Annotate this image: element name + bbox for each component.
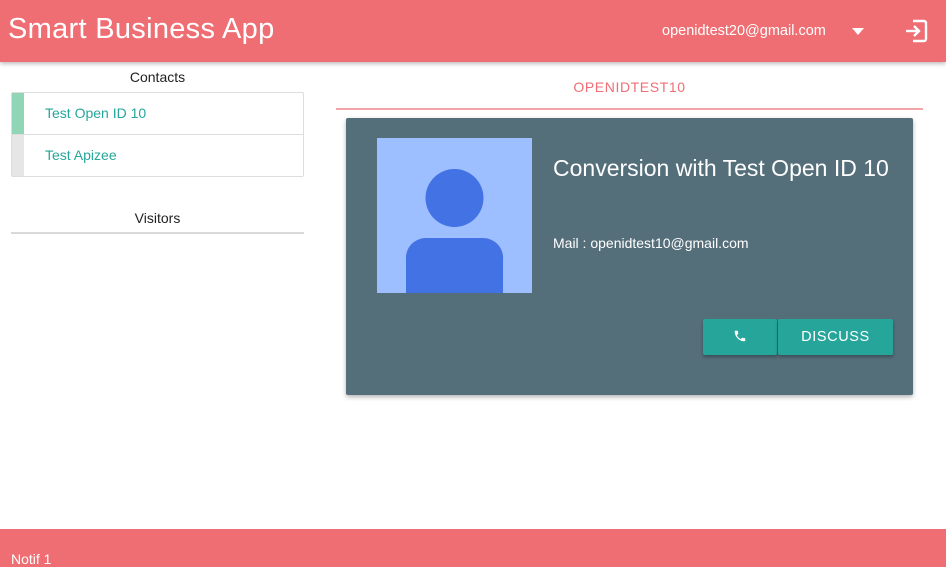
notification-text: Notif 1	[11, 551, 52, 567]
contact-card: Conversion with Test Open ID 10 Mail : o…	[346, 118, 913, 395]
visitors-title: Visitors	[11, 210, 304, 234]
user-email[interactable]: openidtest20@gmail.com	[662, 23, 826, 39]
tab-openidtest10[interactable]: OPENIDTEST10	[336, 79, 923, 95]
caret-down-icon[interactable]	[846, 23, 870, 39]
app-title: Smart Business App	[8, 13, 275, 45]
contacts-title: Contacts	[129, 69, 186, 85]
notification-bar: Notif 1	[0, 529, 946, 567]
contact-name: Test Open ID 10	[45, 105, 147, 121]
discuss-button[interactable]: DISCUSS	[778, 319, 893, 355]
logout-icon[interactable]	[902, 17, 930, 45]
contact-list: Test Open ID 10 Test Apizee	[11, 92, 304, 177]
top-bar: Smart Business App openidtest20@gmail.co…	[0, 0, 946, 62]
card-title: Conversion with Test Open ID 10	[553, 155, 889, 181]
call-button[interactable]	[703, 319, 777, 355]
contact-status-bar	[12, 93, 24, 134]
contact-item-test-apizee[interactable]: Test Apizee	[12, 135, 303, 176]
contact-name: Test Apizee	[45, 147, 117, 163]
sidebar: Contacts Test Open ID 10 Test Apizee Vis…	[11, 62, 304, 234]
contact-status-bar	[12, 135, 24, 176]
phone-icon	[733, 329, 747, 346]
tab-indicator	[336, 108, 923, 110]
app: Smart Business App openidtest20@gmail.co…	[0, 0, 946, 567]
person-icon	[377, 138, 532, 293]
card-mail: Mail : openidtest10@gmail.com	[553, 235, 749, 251]
contact-item-test-open-id-10[interactable]: Test Open ID 10	[12, 93, 303, 135]
